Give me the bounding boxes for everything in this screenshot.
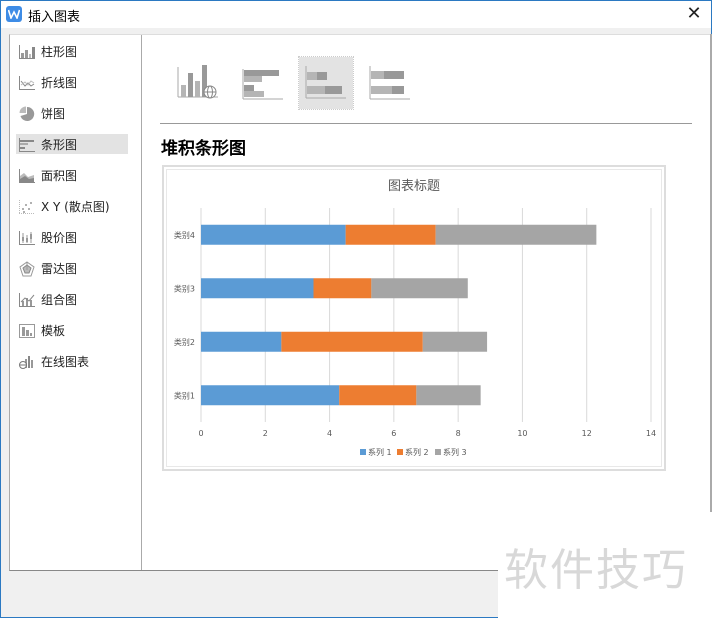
percent-stacked-bar-thumb-icon bbox=[369, 66, 410, 100]
legend-label: 系列 3 bbox=[443, 447, 467, 457]
sidebar-item-area-chart[interactable]: 面积图 bbox=[16, 165, 128, 185]
sidebar-item-label: 面积图 bbox=[41, 169, 78, 183]
line-chart-icon bbox=[19, 75, 35, 90]
dialog-content: 柱形图折线图饼图条形图面积图 X Y (散点图) 股价图雷达图组合图模板在线图表 bbox=[9, 34, 712, 571]
chart-preview: 图表标题 类别1 类别2 类别3 类别4 0 2 4 6 8 10 12 14 系列 1 系列 2 系列… bbox=[162, 165, 666, 471]
x-tick-label: 14 bbox=[646, 429, 656, 438]
legend-label: 系列 2 bbox=[405, 447, 429, 457]
template-icon bbox=[19, 323, 35, 338]
x-tick-label: 6 bbox=[391, 429, 396, 438]
bar-segment-series2-cat4 bbox=[345, 224, 436, 245]
close-button[interactable]: ✕ bbox=[683, 3, 705, 25]
y-category-label: 类别3 bbox=[174, 283, 195, 293]
clustered-bar-thumb-icon bbox=[242, 69, 283, 100]
bar-segment-series3-cat4 bbox=[435, 224, 597, 245]
bar-chart-icon bbox=[19, 137, 35, 152]
bar-segment-series1-cat4 bbox=[201, 224, 346, 245]
radar-chart-icon bbox=[19, 261, 35, 277]
dialog-title: 插入图表 bbox=[28, 10, 81, 25]
online-chart-icon bbox=[19, 354, 35, 369]
sidebar-item-online-chart[interactable]: 在线图表 bbox=[16, 351, 128, 371]
bar-segment-series2-cat1 bbox=[339, 385, 417, 406]
title-bar: 插入图表 ✕ bbox=[1, 1, 711, 28]
bar-segment-series3-cat1 bbox=[416, 385, 481, 406]
x-tick-label: 8 bbox=[456, 429, 461, 438]
chart-preview-inner: 图表标题 类别1 类别2 类别3 类别4 0 2 4 6 8 10 12 14 系列 1 系列 2 系列… bbox=[166, 169, 662, 467]
subtype-clustered-bar[interactable] bbox=[236, 57, 290, 109]
bar-segment-series1-cat2 bbox=[201, 331, 282, 352]
watermark: 软件技巧 bbox=[498, 512, 712, 618]
sidebar-item-label: 折线图 bbox=[41, 76, 78, 90]
x-tick-label: 0 bbox=[198, 429, 203, 438]
pie-chart-icon bbox=[19, 106, 35, 121]
sidebar-item-combo-chart[interactable]: 组合图 bbox=[16, 289, 128, 309]
bar-segment-series3-cat2 bbox=[422, 331, 488, 352]
sidebar-item-line-chart[interactable]: 折线图 bbox=[16, 72, 128, 92]
sidebar-item-label: X Y (散点图) bbox=[41, 200, 110, 214]
watermark-text: 软件技巧 bbox=[504, 545, 688, 596]
sidebar-item-label: 饼图 bbox=[41, 107, 66, 121]
column-chart-icon bbox=[19, 44, 35, 59]
sidebar-item-scatter-chart[interactable]: X Y (散点图) bbox=[16, 196, 128, 216]
y-category-label: 类别1 bbox=[174, 390, 195, 400]
sidebar-item-column-chart[interactable]: 柱形图 bbox=[16, 41, 128, 61]
sidebar-item-label: 柱形图 bbox=[41, 45, 78, 59]
chart-main-panel: 堆积条形图 图表标题 类别1 类别2 类别3 类别4 0 2 4 6 8 10 12 14 系列 1… bbox=[142, 35, 712, 570]
online-chart-thumb-icon bbox=[177, 65, 218, 99]
sidebar-item-label: 模板 bbox=[41, 324, 66, 338]
subtype-percent-stacked-bar[interactable] bbox=[363, 57, 417, 109]
chart-title: 图表标题 bbox=[388, 179, 440, 194]
y-category-label: 类别4 bbox=[174, 230, 195, 240]
sidebar-item-label: 在线图表 bbox=[41, 355, 90, 369]
x-tick-label: 4 bbox=[327, 429, 332, 438]
stacked-bar-thumb-icon bbox=[305, 66, 346, 99]
sidebar-item-label: 条形图 bbox=[41, 138, 78, 152]
legend-swatch-series2 bbox=[397, 449, 403, 455]
legend-swatch-series1 bbox=[360, 449, 366, 455]
sidebar-item-bar-chart[interactable]: 条形图 bbox=[16, 134, 128, 154]
bar-segment-series1-cat3 bbox=[201, 278, 314, 299]
legend-swatch-series3 bbox=[435, 449, 441, 455]
bar-segment-series1-cat1 bbox=[201, 385, 340, 406]
sidebar-item-stock-chart[interactable]: 股价图 bbox=[16, 227, 128, 247]
stock-chart-icon bbox=[19, 230, 35, 245]
combo-chart-icon bbox=[19, 292, 35, 307]
chart-subtype-title: 堆积条形图 bbox=[161, 139, 246, 159]
divider bbox=[160, 123, 692, 124]
bar-segment-series3-cat3 bbox=[371, 278, 468, 299]
bar-segment-series2-cat3 bbox=[313, 278, 372, 299]
legend-label: 系列 1 bbox=[368, 447, 392, 457]
sidebar-item-radar-chart[interactable]: 雷达图 bbox=[16, 258, 128, 278]
x-tick-label: 10 bbox=[517, 429, 527, 438]
subtype-online-bar-chart[interactable] bbox=[172, 57, 226, 109]
sidebar-item-template[interactable]: 模板 bbox=[16, 320, 128, 340]
scatter-chart-icon bbox=[19, 199, 35, 214]
sidebar-item-label: 雷达图 bbox=[41, 262, 78, 276]
sidebar-item-pie-chart[interactable]: 饼图 bbox=[16, 103, 128, 123]
wps-app-icon bbox=[6, 6, 22, 22]
subtype-stacked-bar[interactable] bbox=[298, 56, 354, 110]
sidebar-item-label: 股价图 bbox=[41, 231, 78, 245]
x-tick-label: 12 bbox=[582, 429, 592, 438]
bar-segment-series2-cat2 bbox=[281, 331, 423, 352]
stacked-bar-chart: 图表标题 类别1 类别2 类别3 类别4 0 2 4 6 8 10 12 14 系列 1 系列 2 系列… bbox=[174, 179, 656, 457]
area-chart-icon bbox=[19, 168, 35, 183]
chart-type-sidebar: 柱形图折线图饼图条形图面积图 X Y (散点图) 股价图雷达图组合图模板在线图表 bbox=[10, 35, 142, 570]
close-icon: ✕ bbox=[686, 3, 702, 24]
y-category-label: 类别2 bbox=[174, 337, 195, 347]
sidebar-item-label: 组合图 bbox=[41, 293, 78, 307]
x-tick-label: 2 bbox=[263, 429, 268, 438]
